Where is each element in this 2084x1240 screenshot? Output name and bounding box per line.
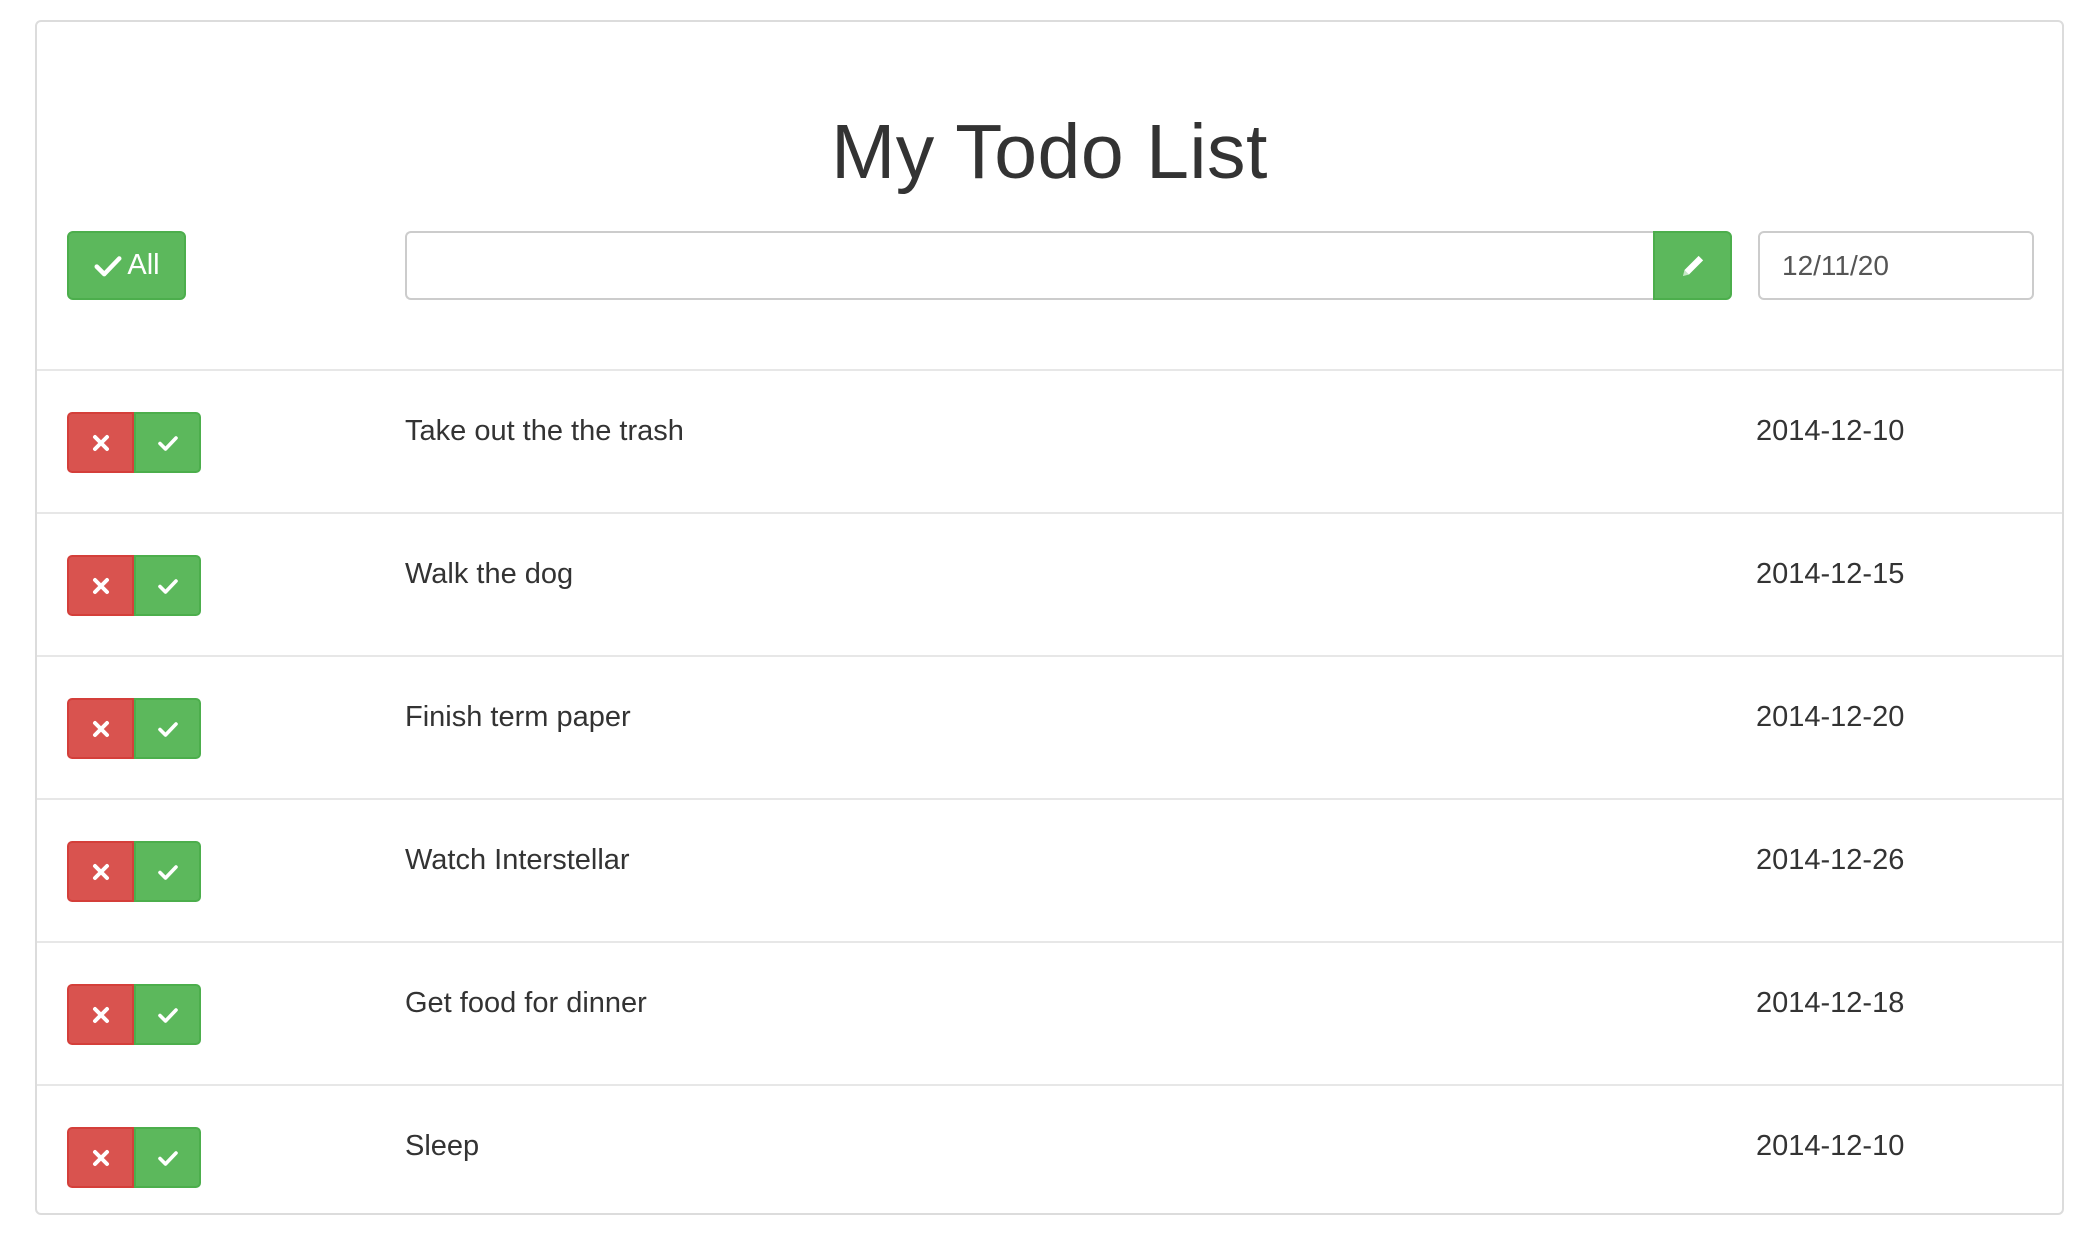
page-title: My Todo List <box>831 109 1268 195</box>
todo-date: 2014-12-18 <box>1756 987 1905 1019</box>
todo-date: 2014-12-15 <box>1756 558 1905 590</box>
check-icon <box>157 1150 178 1166</box>
complete-todo-button[interactable] <box>134 984 201 1045</box>
close-icon <box>92 577 109 594</box>
todo-date: 2014-12-20 <box>1756 701 1905 733</box>
todo-panel: My Todo List All Take out t <box>35 20 2064 1215</box>
check-icon <box>157 864 178 880</box>
todo-row: Sleep 2014-12-10 <box>37 1084 2062 1227</box>
new-todo-group <box>405 231 1732 300</box>
todo-date: 2014-12-26 <box>1756 844 1905 876</box>
delete-todo-button[interactable] <box>67 984 134 1045</box>
todo-row: Finish term paper 2014-12-20 <box>37 655 2062 798</box>
todo-text: Take out the the trash <box>405 415 684 447</box>
todo-row: Walk the dog 2014-12-15 <box>37 512 2062 655</box>
todo-text: Finish term paper <box>405 701 631 733</box>
delete-todo-button[interactable] <box>67 698 134 759</box>
delete-todo-button[interactable] <box>67 555 134 616</box>
complete-todo-button[interactable] <box>134 555 201 616</box>
check-icon <box>157 721 178 737</box>
complete-todo-button[interactable] <box>134 412 201 473</box>
complete-todo-button[interactable] <box>134 841 201 902</box>
complete-all-button[interactable]: All <box>67 231 186 300</box>
todo-text: Walk the dog <box>405 558 574 590</box>
complete-todo-button[interactable] <box>134 1127 201 1188</box>
row-actions <box>67 841 201 902</box>
delete-todo-button[interactable] <box>67 412 134 473</box>
close-icon <box>92 1006 109 1023</box>
close-icon <box>92 863 109 880</box>
row-actions <box>67 984 201 1045</box>
check-icon <box>157 435 178 451</box>
todo-list: Take out the the trash 2014-12-10 Walk t… <box>37 369 2062 1227</box>
close-icon <box>92 434 109 451</box>
close-icon <box>92 720 109 737</box>
todo-text: Get food for dinner <box>405 987 647 1019</box>
delete-todo-button[interactable] <box>67 1127 134 1188</box>
close-icon <box>92 1149 109 1166</box>
complete-todo-button[interactable] <box>134 698 201 759</box>
todo-date: 2014-12-10 <box>1756 415 1905 447</box>
row-actions <box>67 1127 201 1188</box>
delete-todo-button[interactable] <box>67 841 134 902</box>
check-icon <box>157 578 178 594</box>
pencil-icon <box>1682 255 1703 276</box>
check-icon <box>157 1007 178 1023</box>
todo-date: 2014-12-10 <box>1756 1130 1905 1162</box>
todo-row: Take out the the trash 2014-12-10 <box>37 369 2062 512</box>
todo-row: Watch Interstellar 2014-12-26 <box>37 798 2062 941</box>
due-date-input[interactable] <box>1758 231 2034 300</box>
new-todo-input[interactable] <box>405 231 1653 300</box>
add-todo-button[interactable] <box>1653 231 1732 300</box>
todo-text: Watch Interstellar <box>405 844 630 876</box>
row-actions <box>67 412 201 473</box>
row-actions <box>67 555 201 616</box>
check-icon <box>94 255 122 276</box>
todo-text: Sleep <box>405 1130 480 1162</box>
complete-all-label: All <box>127 249 160 281</box>
todo-row: Get food for dinner 2014-12-18 <box>37 941 2062 1084</box>
row-actions <box>67 698 201 759</box>
